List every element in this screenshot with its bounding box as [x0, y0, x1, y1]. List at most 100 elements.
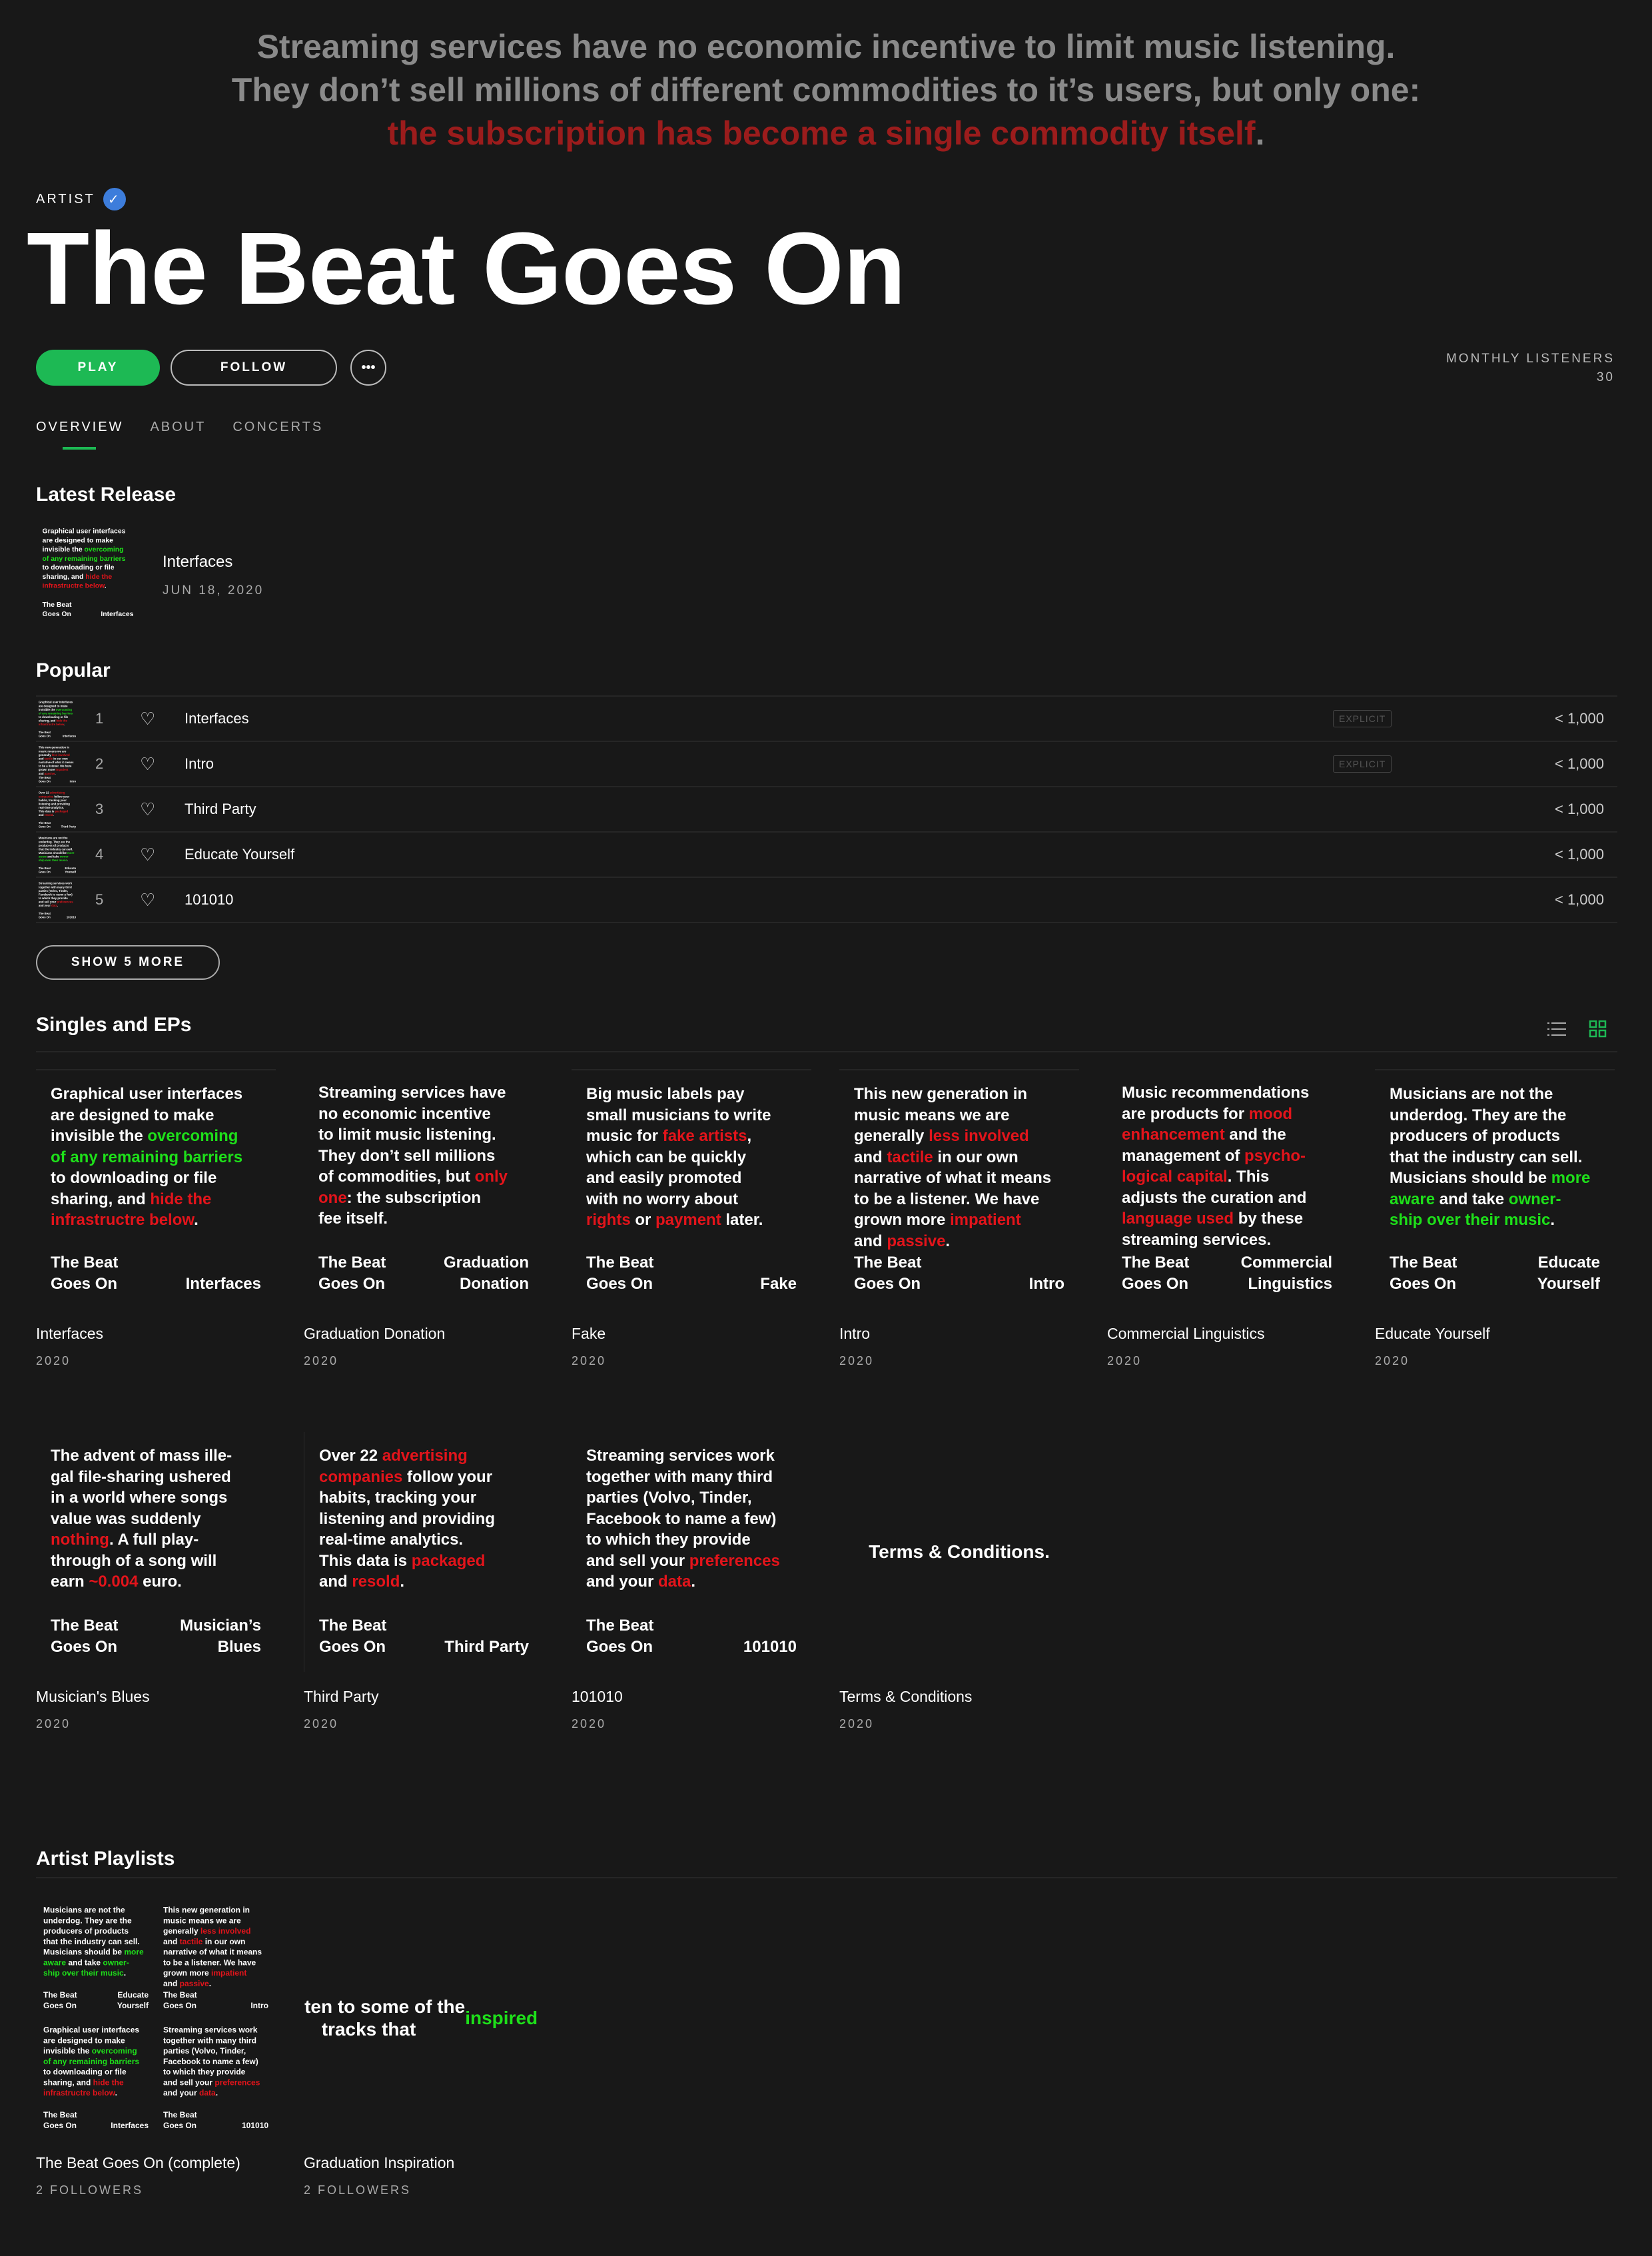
cover-text-segment: and: [38, 772, 44, 775]
release-card[interactable]: Big music labels pay small musicians to …: [572, 1069, 811, 1367]
cover-artist: The Beat Goes On: [38, 776, 51, 783]
heart-icon[interactable]: ♡: [140, 799, 155, 820]
cover-title: Educate Yourself: [117, 1990, 149, 2010]
track-name[interactable]: Interfaces: [185, 710, 249, 727]
cover-footer: The Beat Goes On Interfaces: [43, 2110, 149, 2131]
release-card[interactable]: Streaming services work together with ma…: [572, 1432, 811, 1730]
cover-art-graduation: Streaming services have no economic ince…: [304, 1069, 544, 1309]
cover-text-segment: resold: [352, 1573, 400, 1591]
play-button[interactable]: PLAY: [36, 350, 160, 386]
release-card[interactable]: Streaming services have no economic ince…: [304, 1069, 544, 1367]
release-title[interactable]: Educate Yourself: [1375, 1325, 1490, 1343]
mosaic-tile: This new generation in music means we ar…: [156, 1898, 276, 2018]
cover-art-inspiration: Listen to some of the tracks that inspir…: [304, 1898, 544, 2138]
track-row[interactable]: Musicians are not the underdog. They are…: [36, 831, 1617, 877]
cover-footer: The Beat Goes On Intro: [854, 1252, 1064, 1294]
playlist-title[interactable]: The Beat Goes On (complete): [36, 2154, 240, 2172]
cover-art-b101010: Streaming services work together with ma…: [156, 2018, 276, 2138]
monthly-listeners-label: MONTHLY LISTENERS: [1446, 352, 1615, 366]
release-title[interactable]: Commercial Linguistics: [1107, 1325, 1264, 1343]
follow-button[interactable]: FOLLOW: [171, 350, 337, 386]
latest-release-cover[interactable]: Graphical user interfaces are designed t…: [36, 521, 140, 625]
release-card[interactable]: Terms & Conditions. Terms & Conditions 202…: [839, 1432, 1079, 1730]
release-title[interactable]: 101010: [572, 1688, 623, 1706]
cover-art-educate: Musicians are not the underdog. They are…: [1375, 1069, 1615, 1309]
heart-icon[interactable]: ♡: [140, 845, 155, 865]
cover-footer: The Beat Goes On Third Party: [39, 821, 76, 829]
heart-icon[interactable]: ♡: [140, 754, 155, 775]
more-options-button[interactable]: •••: [350, 350, 386, 386]
track-row[interactable]: This new generation in music means we ar…: [36, 741, 1617, 786]
release-card[interactable]: Musicians are not the underdog. They are…: [1375, 1069, 1615, 1367]
cover-artist: The Beat Goes On: [163, 2110, 197, 2130]
release-year: 2020: [304, 1717, 339, 1730]
playlist-card[interactable]: Listen to some of the tracks that inspir…: [304, 1898, 544, 2197]
release-card[interactable]: Over 22 advertising companies follow you…: [304, 1432, 544, 1730]
release-card[interactable]: Graphical user interfaces are designed t…: [36, 1069, 276, 1367]
release-card[interactable]: This new generation in music means we ar…: [839, 1069, 1079, 1367]
cover-art-commercial: Music recommendations are products for m…: [1107, 1069, 1347, 1309]
cover-artist: The Beat Goes On: [318, 1254, 386, 1293]
release-card[interactable]: The advent of mass ille- gal file-sharin…: [36, 1432, 276, 1730]
cover-text-segment: tactile: [179, 1937, 203, 1946]
cover-artist: The Beat Goes On: [38, 867, 51, 874]
playlist-title[interactable]: Graduation Inspiration: [304, 2154, 454, 2172]
list-view-icon[interactable]: [1547, 1020, 1567, 1038]
cover-artist: The Beat Goes On: [43, 1990, 77, 2010]
latest-release-name[interactable]: Interfaces: [163, 553, 232, 571]
heart-icon[interactable]: ♡: [140, 709, 155, 729]
track-row[interactable]: Streaming services work together with ma…: [36, 877, 1617, 922]
cover-footer: The Beat Goes On 101010: [39, 912, 76, 919]
track-name[interactable]: Third Party: [185, 801, 256, 818]
cover-footer: The Beat Goes On Educate Yourself: [1390, 1252, 1600, 1294]
track-row[interactable]: Over 22 advertising companies follow you…: [36, 786, 1617, 831]
cover-artist: The Beat Goes On: [586, 1254, 654, 1293]
cover-text-segment: and your: [38, 904, 51, 908]
release-title[interactable]: Fake: [572, 1325, 606, 1343]
release-title[interactable]: Graduation Donation: [304, 1325, 445, 1343]
cover-text-segment: or: [630, 1211, 656, 1229]
track-row[interactable]: Graphical user interfaces are designed t…: [36, 695, 1617, 741]
tab-overview[interactable]: OVERVIEW: [36, 420, 123, 450]
track-name[interactable]: Educate Yourself: [185, 846, 294, 863]
cover-footer: The Beat Goes On Intro: [163, 1990, 268, 2012]
grid-view-icon[interactable]: [1589, 1020, 1609, 1038]
release-title[interactable]: Intro: [839, 1325, 870, 1343]
release-title[interactable]: Third Party: [304, 1688, 378, 1706]
cover-text-segment: and: [163, 1937, 178, 1946]
release-title[interactable]: Terms & Conditions: [839, 1688, 972, 1706]
mosaic-tile: Musicians are not the underdog. They are…: [36, 1898, 156, 2018]
heart-icon[interactable]: ♡: [140, 890, 155, 911]
cover-art-thirdparty: Over 22 advertising companies follow you…: [36, 789, 79, 831]
cover-text-segment: Over 22: [38, 791, 50, 795]
release-title[interactable]: Interfaces: [36, 1325, 103, 1343]
release-title[interactable]: Musician's Blues: [36, 1688, 150, 1706]
cover-text: Over 22 advertising companies follow you…: [319, 1445, 495, 1593]
track-name[interactable]: 101010: [185, 891, 233, 909]
cover-text-segment: .: [123, 1968, 127, 1978]
cover-artist: The Beat Goes On: [163, 1990, 197, 2010]
cover-text-segment: less involved: [51, 753, 70, 757]
cover-footer: The Beat Goes On Musician’s Blues: [51, 1615, 261, 1657]
cover-text-segment: .: [194, 1211, 199, 1229]
cover-text: Musicians are not the underdog. They are…: [39, 837, 75, 863]
cover-art-b101010: Streaming services work together with ma…: [36, 879, 79, 922]
track-name[interactable]: Intro: [185, 755, 214, 773]
cover-text-segment: and take: [1435, 1190, 1509, 1208]
cover-art-b101010: Streaming services work together with ma…: [572, 1432, 811, 1672]
cover-text: Over 22 advertising companies follow you…: [39, 791, 70, 817]
cover-title: 101010: [743, 1637, 797, 1656]
artist-name: The Beat Goes On: [27, 211, 906, 326]
divider: [36, 1877, 1617, 1878]
cover-art-interfaces: Graphical user interfaces are designed t…: [36, 698, 79, 741]
track-number: 2: [95, 755, 104, 772]
tab-about[interactable]: ABOUT: [150, 420, 206, 435]
playlist-card[interactable]: Musicians are not the underdog. They are…: [36, 1898, 276, 2197]
cover-text-segment: preferences: [57, 900, 73, 904]
release-card[interactable]: Music recommendations are products for m…: [1107, 1069, 1347, 1367]
show-more-button[interactable]: SHOW 5 MORE: [36, 945, 220, 980]
cover-text-segment: less involved: [929, 1127, 1029, 1145]
cover-footer: The Beat Goes On Interfaces: [39, 731, 76, 738]
release-year: 2020: [839, 1717, 875, 1730]
tab-concerts[interactable]: CONCERTS: [232, 420, 323, 435]
